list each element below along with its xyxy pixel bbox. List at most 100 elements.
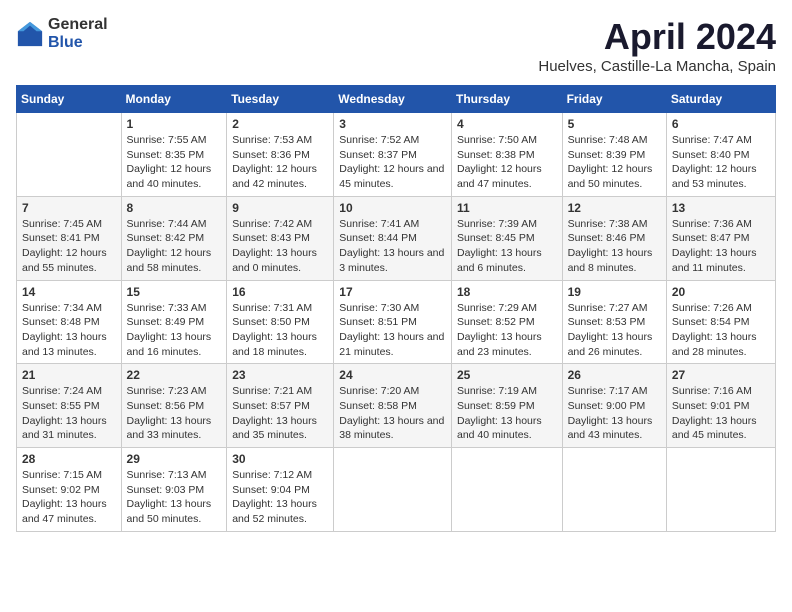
day-info: Sunrise: 7:47 AM Sunset: 8:40 PM Dayligh… (672, 133, 770, 192)
daylight-text: Daylight: 13 hours and 3 minutes. (339, 246, 446, 275)
day-number: 30 (232, 452, 328, 466)
daylight-text: Daylight: 13 hours and 11 minutes. (672, 246, 770, 275)
sunrise-text: Sunrise: 7:21 AM (232, 384, 328, 399)
calendar-cell: 6 Sunrise: 7:47 AM Sunset: 8:40 PM Dayli… (666, 113, 775, 197)
weekday-header-friday: Friday (562, 86, 666, 113)
sunset-text: Sunset: 8:53 PM (568, 315, 661, 330)
calendar-cell (334, 448, 452, 532)
sunrise-text: Sunrise: 7:53 AM (232, 133, 328, 148)
daylight-text: Daylight: 13 hours and 35 minutes. (232, 414, 328, 443)
weekday-header-thursday: Thursday (451, 86, 562, 113)
day-info: Sunrise: 7:12 AM Sunset: 9:04 PM Dayligh… (232, 468, 328, 527)
sunrise-text: Sunrise: 7:27 AM (568, 301, 661, 316)
sunrise-text: Sunrise: 7:29 AM (457, 301, 557, 316)
day-info: Sunrise: 7:26 AM Sunset: 8:54 PM Dayligh… (672, 301, 770, 360)
day-number: 11 (457, 201, 557, 215)
sunrise-text: Sunrise: 7:26 AM (672, 301, 770, 316)
sunset-text: Sunset: 9:03 PM (127, 483, 222, 498)
day-info: Sunrise: 7:20 AM Sunset: 8:58 PM Dayligh… (339, 384, 446, 443)
daylight-text: Daylight: 13 hours and 47 minutes. (22, 497, 116, 526)
sunset-text: Sunset: 8:36 PM (232, 148, 328, 163)
weekday-header-wednesday: Wednesday (334, 86, 452, 113)
sunrise-text: Sunrise: 7:48 AM (568, 133, 661, 148)
day-number: 19 (568, 285, 661, 299)
sunset-text: Sunset: 9:01 PM (672, 399, 770, 414)
day-info: Sunrise: 7:31 AM Sunset: 8:50 PM Dayligh… (232, 301, 328, 360)
calendar-cell (451, 448, 562, 532)
sunset-text: Sunset: 8:46 PM (568, 231, 661, 246)
day-info: Sunrise: 7:36 AM Sunset: 8:47 PM Dayligh… (672, 217, 770, 276)
sunset-text: Sunset: 8:39 PM (568, 148, 661, 163)
day-number: 13 (672, 201, 770, 215)
calendar-cell: 7 Sunrise: 7:45 AM Sunset: 8:41 PM Dayli… (17, 196, 122, 280)
weekday-header-sunday: Sunday (17, 86, 122, 113)
calendar-cell: 16 Sunrise: 7:31 AM Sunset: 8:50 PM Dayl… (227, 280, 334, 364)
daylight-text: Daylight: 13 hours and 13 minutes. (22, 330, 116, 359)
day-info: Sunrise: 7:19 AM Sunset: 8:59 PM Dayligh… (457, 384, 557, 443)
weekday-header-saturday: Saturday (666, 86, 775, 113)
day-number: 4 (457, 117, 557, 131)
sunrise-text: Sunrise: 7:31 AM (232, 301, 328, 316)
logo-text: General Blue (48, 16, 108, 51)
day-info: Sunrise: 7:23 AM Sunset: 8:56 PM Dayligh… (127, 384, 222, 443)
day-number: 22 (127, 368, 222, 382)
daylight-text: Daylight: 13 hours and 28 minutes. (672, 330, 770, 359)
calendar-cell: 22 Sunrise: 7:23 AM Sunset: 8:56 PM Dayl… (121, 364, 227, 448)
calendar-cell: 15 Sunrise: 7:33 AM Sunset: 8:49 PM Dayl… (121, 280, 227, 364)
daylight-text: Daylight: 13 hours and 45 minutes. (672, 414, 770, 443)
day-number: 29 (127, 452, 222, 466)
sunset-text: Sunset: 8:49 PM (127, 315, 222, 330)
sunrise-text: Sunrise: 7:34 AM (22, 301, 116, 316)
day-number: 8 (127, 201, 222, 215)
day-number: 17 (339, 285, 446, 299)
day-number: 23 (232, 368, 328, 382)
daylight-text: Daylight: 13 hours and 31 minutes. (22, 414, 116, 443)
sunrise-text: Sunrise: 7:47 AM (672, 133, 770, 148)
sunset-text: Sunset: 8:35 PM (127, 148, 222, 163)
calendar-cell: 28 Sunrise: 7:15 AM Sunset: 9:02 PM Dayl… (17, 448, 122, 532)
calendar-cell: 21 Sunrise: 7:24 AM Sunset: 8:55 PM Dayl… (17, 364, 122, 448)
calendar-cell: 1 Sunrise: 7:55 AM Sunset: 8:35 PM Dayli… (121, 113, 227, 197)
sunset-text: Sunset: 8:58 PM (339, 399, 446, 414)
daylight-text: Daylight: 13 hours and 52 minutes. (232, 497, 328, 526)
sunset-text: Sunset: 9:00 PM (568, 399, 661, 414)
daylight-text: Daylight: 13 hours and 26 minutes. (568, 330, 661, 359)
daylight-text: Daylight: 12 hours and 53 minutes. (672, 162, 770, 191)
calendar-cell: 11 Sunrise: 7:39 AM Sunset: 8:45 PM Dayl… (451, 196, 562, 280)
sunrise-text: Sunrise: 7:15 AM (22, 468, 116, 483)
sunset-text: Sunset: 8:43 PM (232, 231, 328, 246)
sunset-text: Sunset: 8:48 PM (22, 315, 116, 330)
day-info: Sunrise: 7:44 AM Sunset: 8:42 PM Dayligh… (127, 217, 222, 276)
day-number: 14 (22, 285, 116, 299)
day-info: Sunrise: 7:45 AM Sunset: 8:41 PM Dayligh… (22, 217, 116, 276)
week-row-3: 14 Sunrise: 7:34 AM Sunset: 8:48 PM Dayl… (17, 280, 776, 364)
daylight-text: Daylight: 13 hours and 8 minutes. (568, 246, 661, 275)
sunset-text: Sunset: 9:02 PM (22, 483, 116, 498)
day-number: 6 (672, 117, 770, 131)
day-number: 10 (339, 201, 446, 215)
day-info: Sunrise: 7:30 AM Sunset: 8:51 PM Dayligh… (339, 301, 446, 360)
day-info: Sunrise: 7:38 AM Sunset: 8:46 PM Dayligh… (568, 217, 661, 276)
sunset-text: Sunset: 8:51 PM (339, 315, 446, 330)
month-title: April 2024 (538, 16, 776, 58)
sunrise-text: Sunrise: 7:38 AM (568, 217, 661, 232)
sunrise-text: Sunrise: 7:16 AM (672, 384, 770, 399)
day-number: 15 (127, 285, 222, 299)
day-number: 26 (568, 368, 661, 382)
calendar-cell: 10 Sunrise: 7:41 AM Sunset: 8:44 PM Dayl… (334, 196, 452, 280)
day-info: Sunrise: 7:33 AM Sunset: 8:49 PM Dayligh… (127, 301, 222, 360)
calendar-cell: 8 Sunrise: 7:44 AM Sunset: 8:42 PM Dayli… (121, 196, 227, 280)
logo-general-text: General (48, 16, 108, 34)
daylight-text: Daylight: 12 hours and 58 minutes. (127, 246, 222, 275)
sunrise-text: Sunrise: 7:12 AM (232, 468, 328, 483)
daylight-text: Daylight: 12 hours and 50 minutes. (568, 162, 661, 191)
daylight-text: Daylight: 12 hours and 55 minutes. (22, 246, 116, 275)
sunset-text: Sunset: 8:38 PM (457, 148, 557, 163)
calendar-cell: 13 Sunrise: 7:36 AM Sunset: 8:47 PM Dayl… (666, 196, 775, 280)
day-info: Sunrise: 7:50 AM Sunset: 8:38 PM Dayligh… (457, 133, 557, 192)
day-info: Sunrise: 7:55 AM Sunset: 8:35 PM Dayligh… (127, 133, 222, 192)
sunrise-text: Sunrise: 7:45 AM (22, 217, 116, 232)
calendar-cell: 30 Sunrise: 7:12 AM Sunset: 9:04 PM Dayl… (227, 448, 334, 532)
day-number: 9 (232, 201, 328, 215)
logo-icon (16, 20, 44, 48)
